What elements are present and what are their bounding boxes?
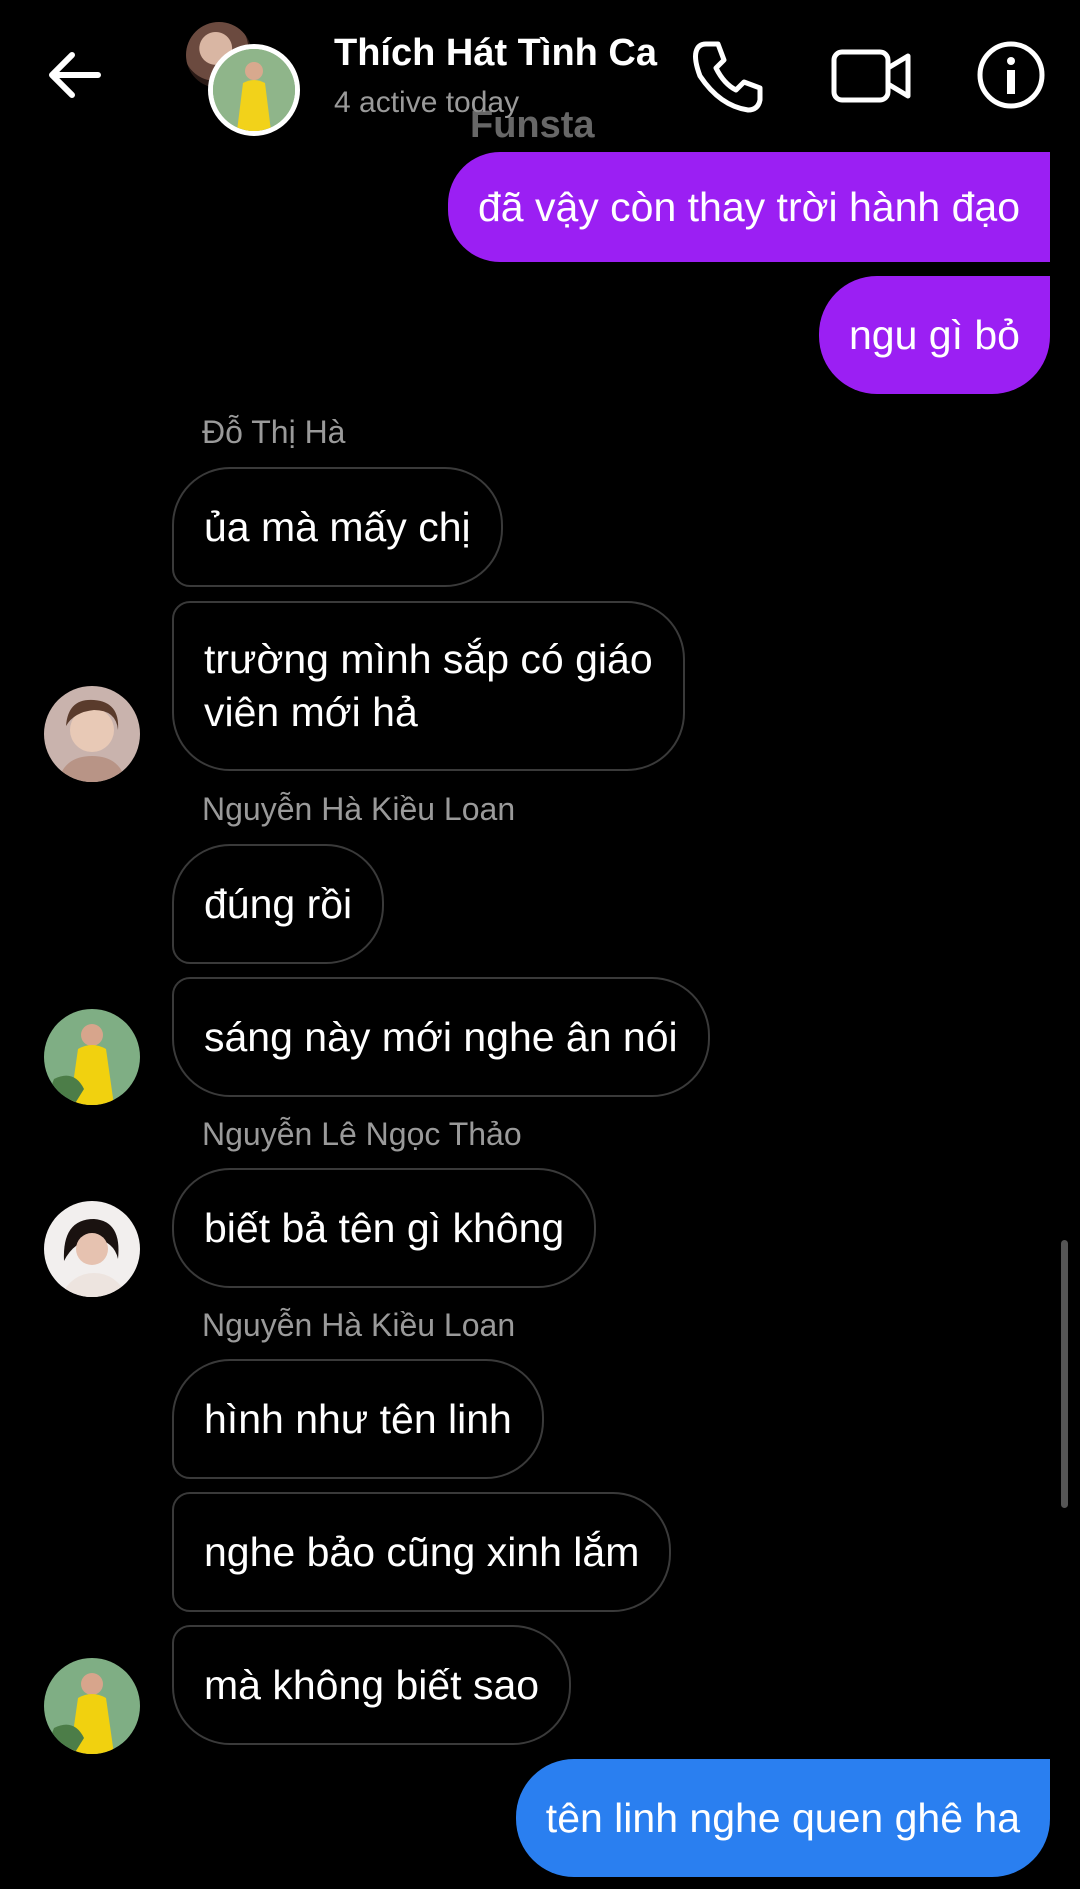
incoming-message[interactable]: đúng rồi bbox=[172, 844, 385, 964]
info-button[interactable] bbox=[966, 30, 1056, 120]
sender-name: Đỗ Thị Hà bbox=[202, 414, 346, 450]
incoming-message[interactable]: trường mình sắp có giáo viên mới hả bbox=[172, 601, 685, 771]
avatar[interactable] bbox=[44, 1201, 140, 1297]
avatar[interactable] bbox=[44, 1658, 140, 1754]
info-icon bbox=[977, 41, 1045, 109]
call-button[interactable] bbox=[682, 30, 772, 120]
scrollbar[interactable] bbox=[1061, 1240, 1068, 1508]
outgoing-message[interactable]: ngu gì bỏ bbox=[819, 276, 1050, 394]
incoming-message[interactable]: mà không biết sao bbox=[172, 1625, 572, 1745]
incoming-message[interactable]: biết bả tên gì không bbox=[172, 1168, 597, 1288]
sender-name: Nguyễn Hà Kiều Loan bbox=[202, 1307, 516, 1343]
incoming-message[interactable]: ủa mà mấy chị bbox=[172, 467, 503, 587]
outgoing-message[interactable]: đã vậy còn thay trời hành đạo bbox=[447, 152, 1050, 262]
avatar[interactable] bbox=[44, 1009, 140, 1105]
conversation-title[interactable]: Thích Hát Tình Ca bbox=[334, 32, 657, 75]
watermark: Funsta bbox=[470, 104, 595, 146]
incoming-message[interactable]: sáng này mới nghe ân nói bbox=[172, 977, 710, 1097]
sender-name: Nguyễn Hà Kiều Loan bbox=[202, 791, 516, 827]
back-button[interactable] bbox=[40, 40, 110, 110]
incoming-message[interactable]: hình như tên linh bbox=[172, 1359, 544, 1479]
group-avatar[interactable] bbox=[186, 22, 300, 136]
video-camera-icon bbox=[831, 49, 911, 103]
back-arrow-icon bbox=[49, 52, 101, 98]
avatar[interactable] bbox=[44, 686, 140, 782]
avatar-member-front bbox=[208, 44, 300, 136]
sender-name: Nguyễn Lê Ngọc Thảo bbox=[202, 1116, 522, 1152]
incoming-message[interactable]: nghe bảo cũng xinh lắm bbox=[172, 1492, 672, 1612]
phone-icon bbox=[693, 41, 763, 113]
outgoing-message[interactable]: tên linh nghe quen ghê ha bbox=[515, 1759, 1050, 1877]
video-call-button[interactable] bbox=[826, 30, 916, 120]
